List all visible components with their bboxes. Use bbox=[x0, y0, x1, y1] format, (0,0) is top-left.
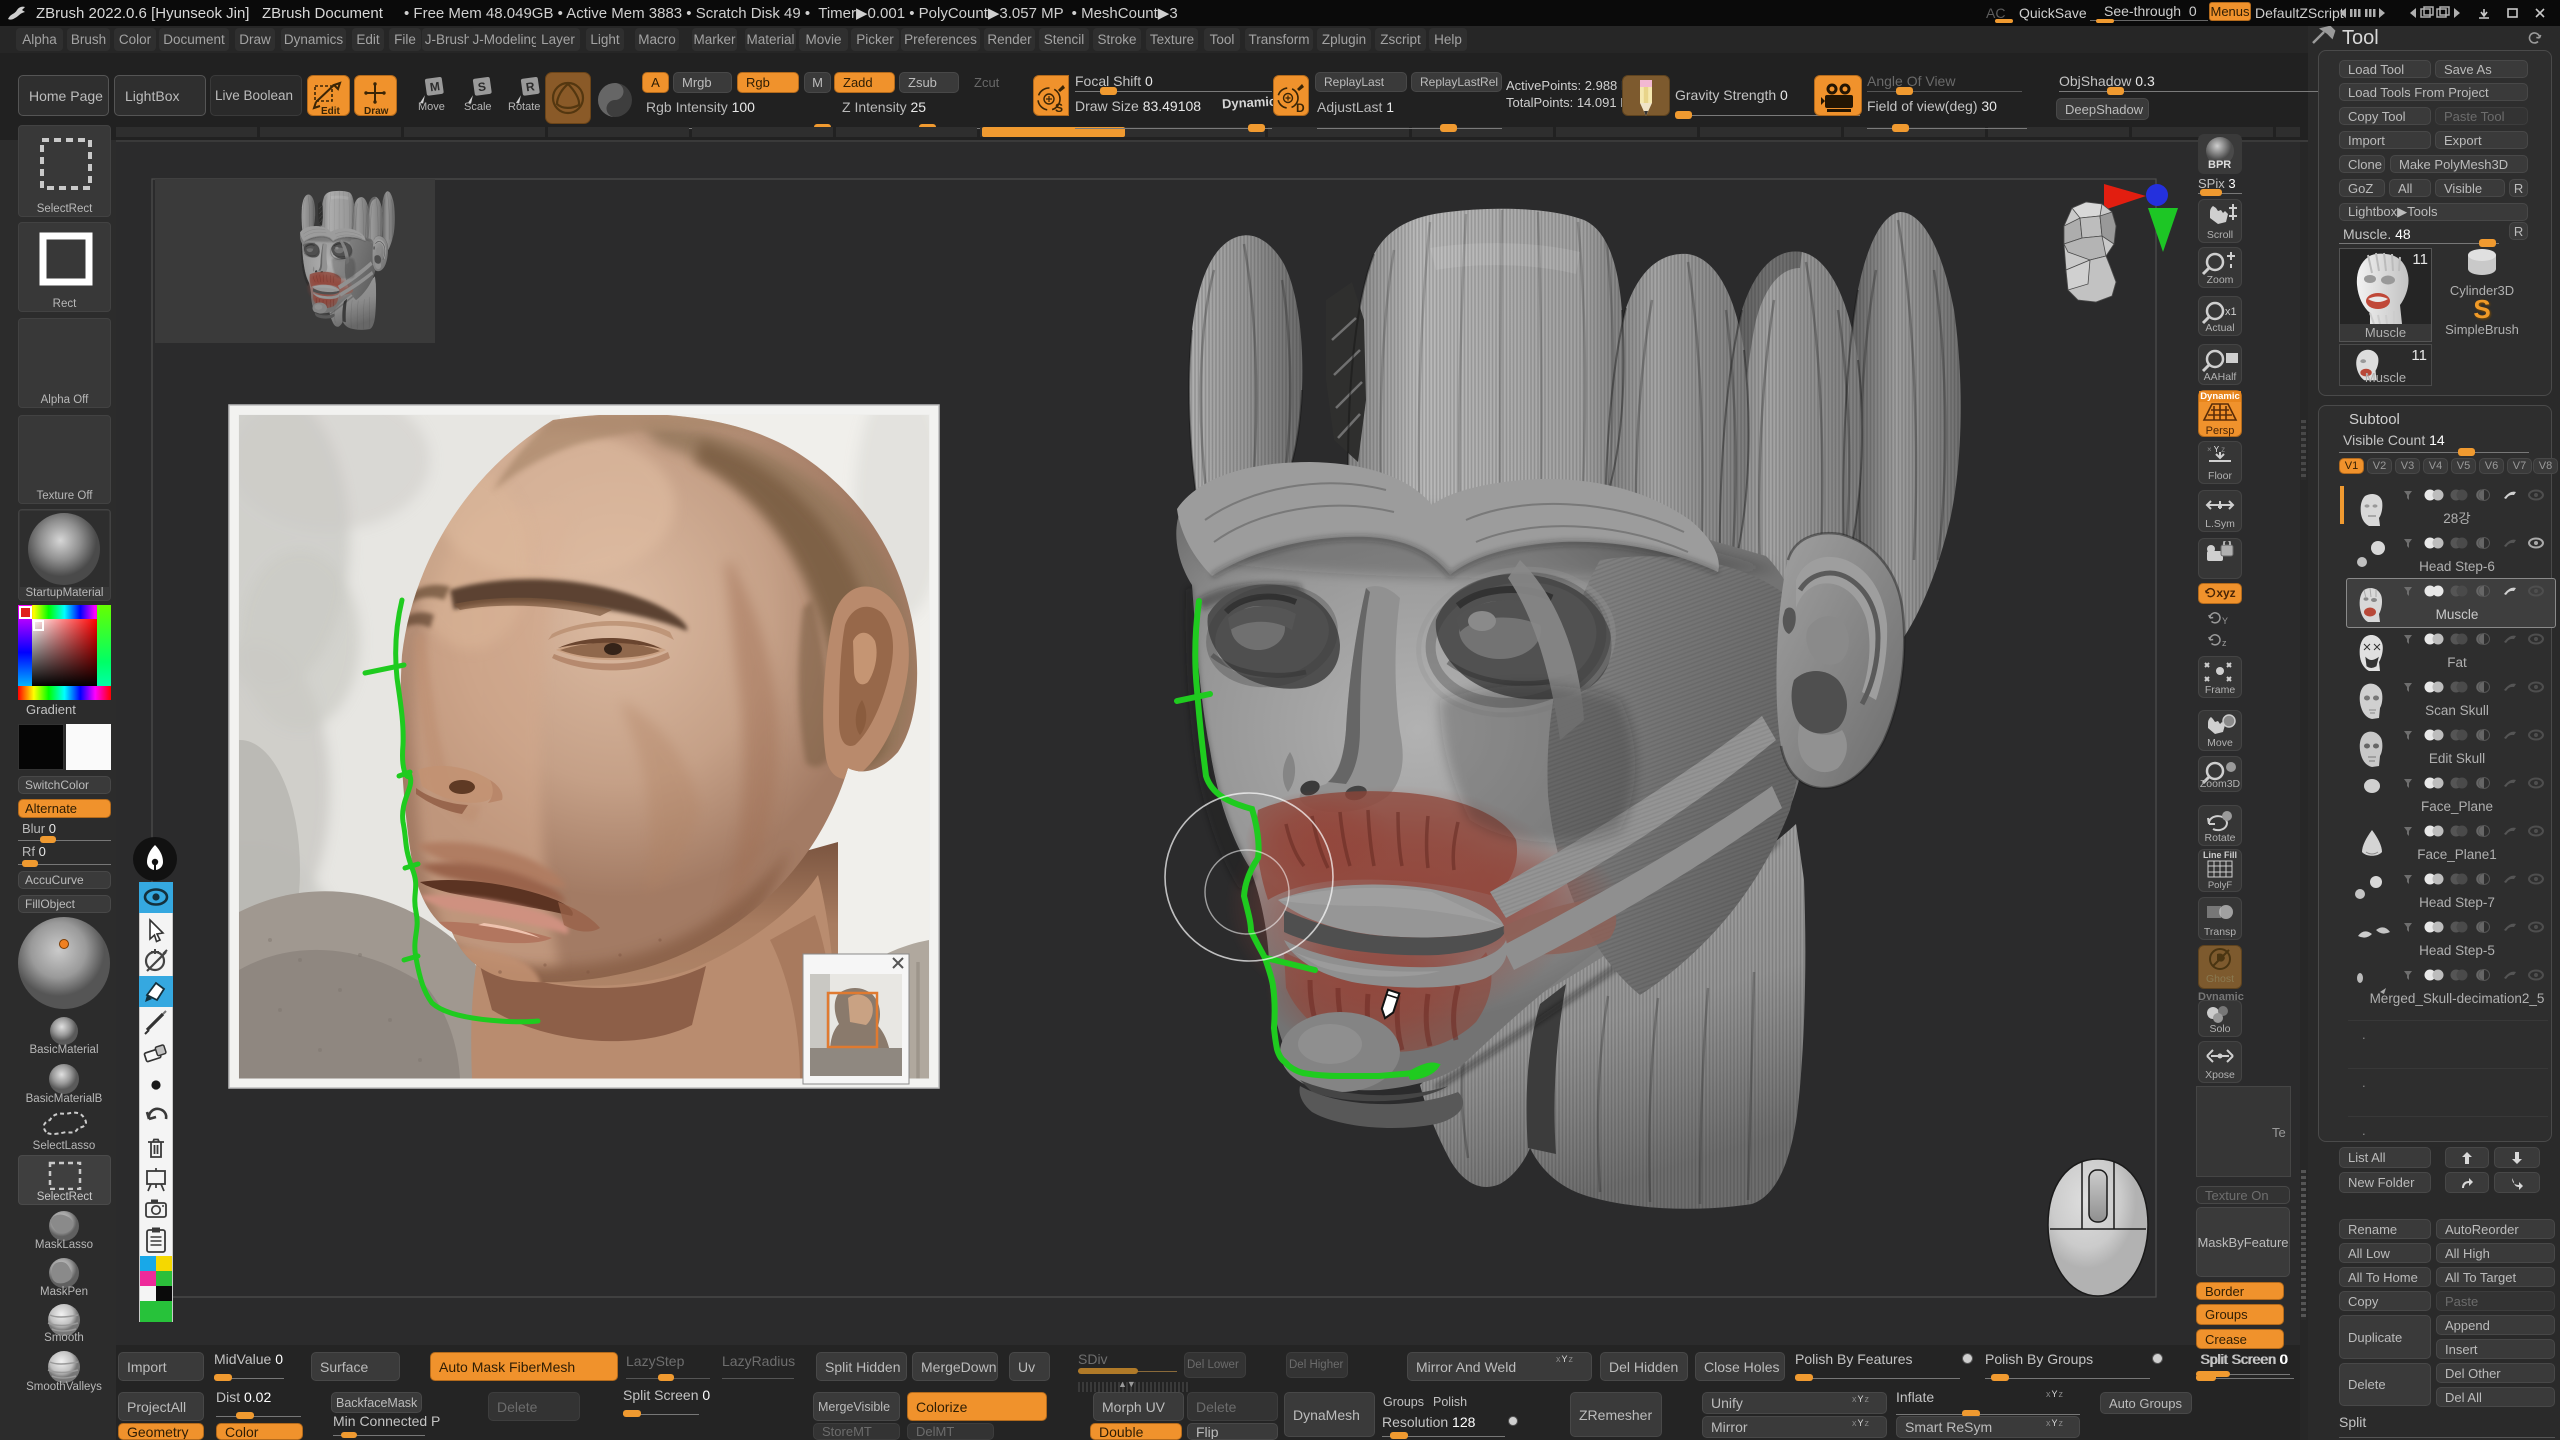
svg-text:x1: x1 bbox=[2225, 306, 2237, 318]
svg-text:Rotate: Rotate bbox=[508, 101, 540, 113]
svg-text:Move: Move bbox=[418, 101, 445, 113]
svg-text:× Y z: × Y z bbox=[2207, 445, 2225, 454]
svg-text:Edit: Edit bbox=[321, 106, 341, 117]
svg-text:Y: Y bbox=[2222, 616, 2228, 626]
svg-text:Scale: Scale bbox=[464, 101, 492, 113]
svg-text:z: z bbox=[2222, 638, 2227, 648]
svg-text:Draw: Draw bbox=[364, 106, 389, 117]
svg-text:M: M bbox=[429, 79, 441, 94]
svg-text:D: D bbox=[1296, 101, 1305, 115]
svg-text:BPR: BPR bbox=[2208, 159, 2231, 171]
svg-text:S: S bbox=[1055, 101, 1063, 115]
